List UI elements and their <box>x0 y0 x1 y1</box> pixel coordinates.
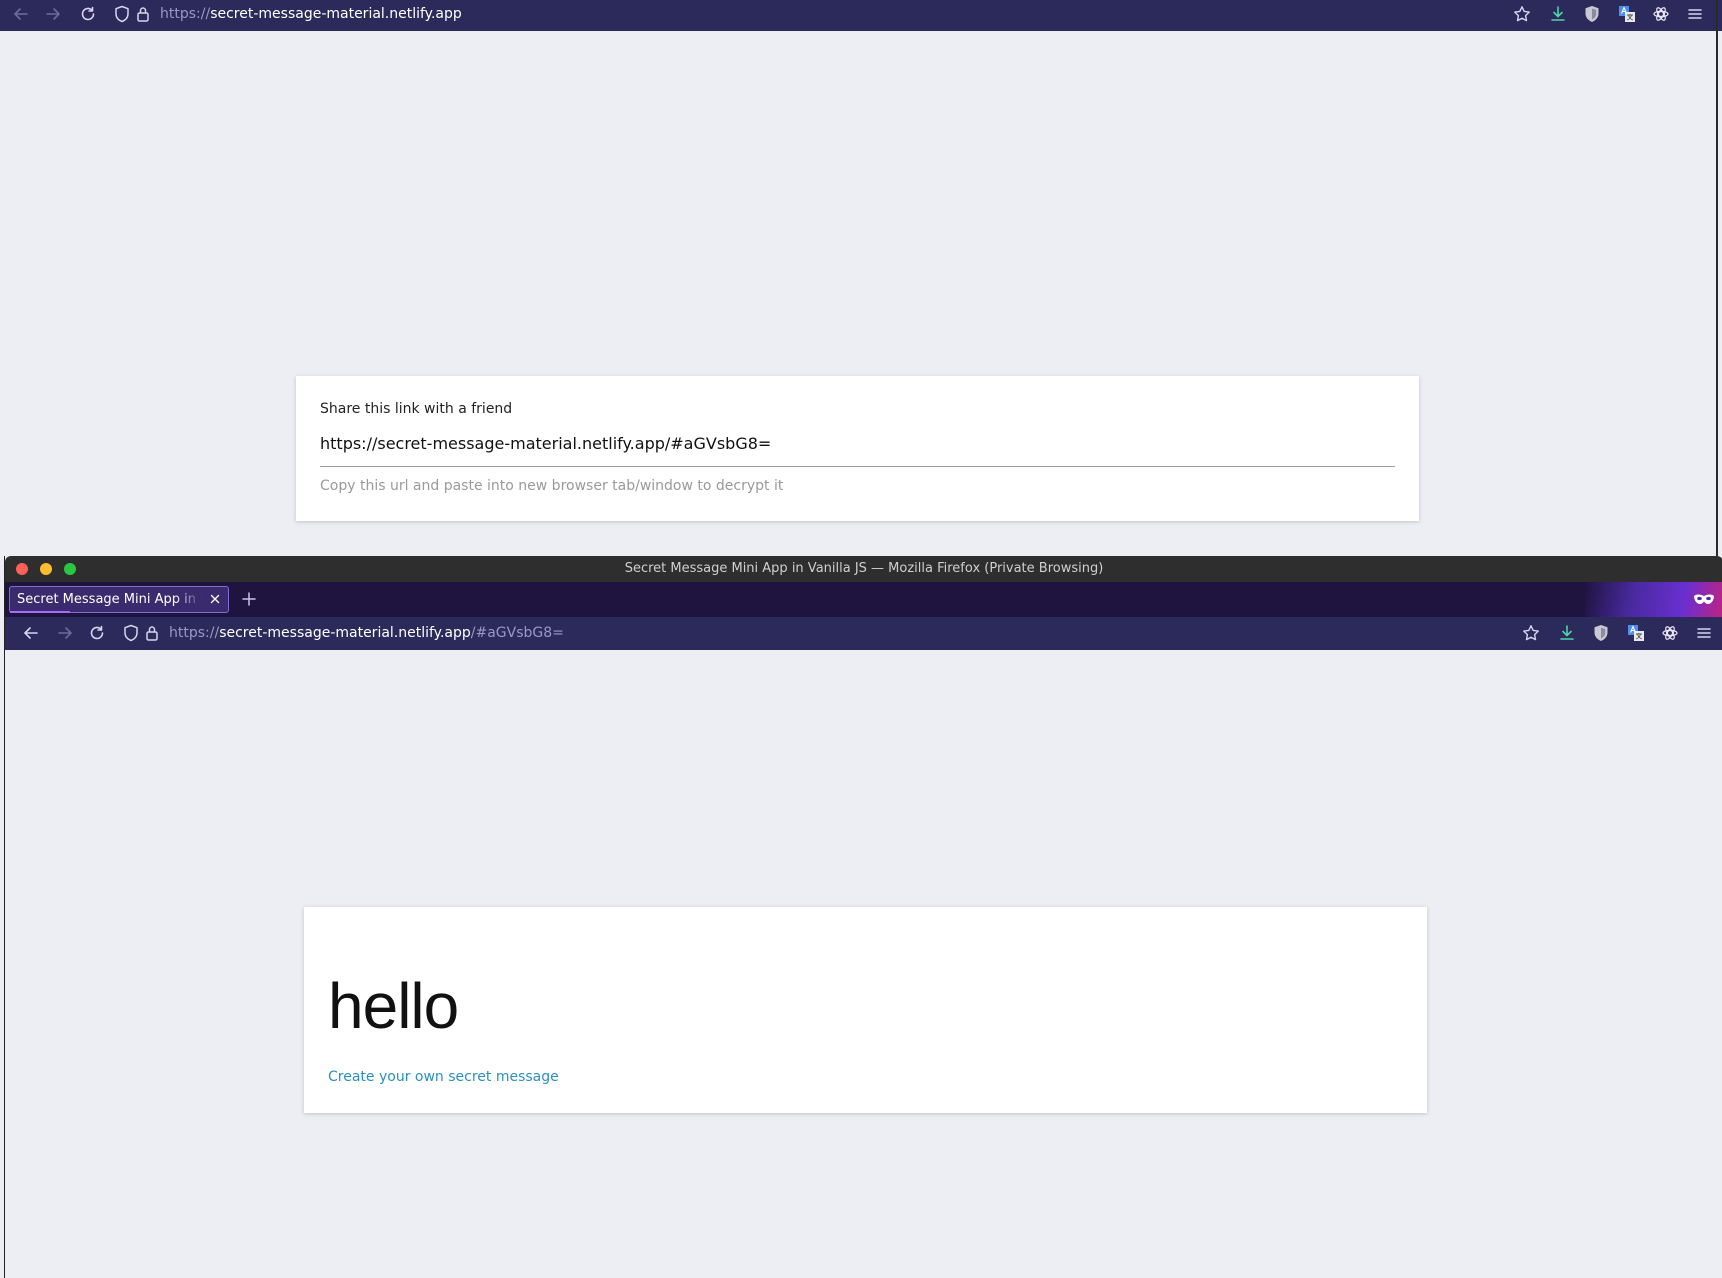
navigation-toolbar: https://secret-message-material.netlify.… <box>5 617 1722 650</box>
shield-icon[interactable] <box>114 5 130 23</box>
star-icon[interactable] <box>1513 5 1531 23</box>
share-link-helper-text: Copy this url and paste into new browser… <box>320 478 784 494</box>
menu-icon[interactable] <box>1686 5 1704 23</box>
extension-gear-icon[interactable] <box>1652 5 1670 23</box>
url-scheme: https:// <box>160 6 211 22</box>
decrypted-message-text: hello <box>328 970 459 1042</box>
menu-icon[interactable] <box>1695 624 1713 642</box>
tab-title: Secret Message Mini App in Vanilla JS <box>17 592 202 607</box>
back-arrow-icon[interactable] <box>12 5 30 23</box>
forward-arrow-icon[interactable] <box>44 5 62 23</box>
tab-secret-message[interactable]: Secret Message Mini App in Vanilla JS <box>9 586 229 613</box>
window-edge-divider <box>1716 0 1718 556</box>
shield-icon[interactable] <box>123 624 139 642</box>
decrypted-message-card: hello Create your own secret message <box>304 907 1427 1113</box>
lock-icon[interactable] <box>136 5 150 23</box>
ublock-shield-icon[interactable] <box>1584 5 1600 23</box>
translate-icon[interactable] <box>1627 624 1645 642</box>
plus-icon[interactable] <box>241 591 257 607</box>
reload-icon[interactable] <box>88 624 106 642</box>
private-mask-icon <box>1693 590 1715 608</box>
url-path: /#aGVsbG8= <box>470 625 564 641</box>
extension-gear-icon[interactable] <box>1661 624 1679 642</box>
download-icon[interactable] <box>1558 624 1576 642</box>
url-host: secret-message-material.netlify.app <box>219 625 471 641</box>
lock-icon[interactable] <box>145 624 159 642</box>
window-title: Secret Message Mini App in Vanilla JS — … <box>624 561 1104 576</box>
close-icon[interactable] <box>209 593 221 605</box>
back-arrow-icon[interactable] <box>22 624 40 642</box>
create-secret-message-link[interactable]: Create your own secret message <box>328 1069 559 1085</box>
url-scheme: https:// <box>169 625 220 641</box>
download-icon[interactable] <box>1549 5 1567 23</box>
url-host: secret-message-material.netlify.app <box>210 6 462 22</box>
window-titlebar[interactable]: Secret Message Mini App in Vanilla JS — … <box>5 556 1722 582</box>
tab-active-indicator <box>10 611 70 613</box>
share-link-label: Share this link with a friend <box>320 401 513 417</box>
forward-arrow-icon[interactable] <box>56 624 74 642</box>
star-icon[interactable] <box>1522 624 1540 642</box>
tab-strip: Secret Message Mini App in Vanilla JS <box>5 582 1722 617</box>
input-underline <box>320 466 1395 467</box>
private-browsing-window: Secret Message Mini App in Vanilla JS — … <box>4 556 1722 1278</box>
share-link-input[interactable]: https://secret-message-material.netlify.… <box>320 434 771 453</box>
url-bar[interactable]: https://secret-message-material.netlify.… <box>169 625 564 641</box>
ublock-shield-icon[interactable] <box>1593 624 1609 642</box>
translate-icon[interactable] <box>1618 5 1636 23</box>
url-bar[interactable]: https://secret-message-material.netlify.… <box>160 6 462 22</box>
navigation-toolbar: https://secret-message-material.netlify.… <box>0 0 1722 31</box>
reload-icon[interactable] <box>79 5 97 23</box>
share-link-card: Share this link with a friend https://se… <box>296 376 1419 521</box>
